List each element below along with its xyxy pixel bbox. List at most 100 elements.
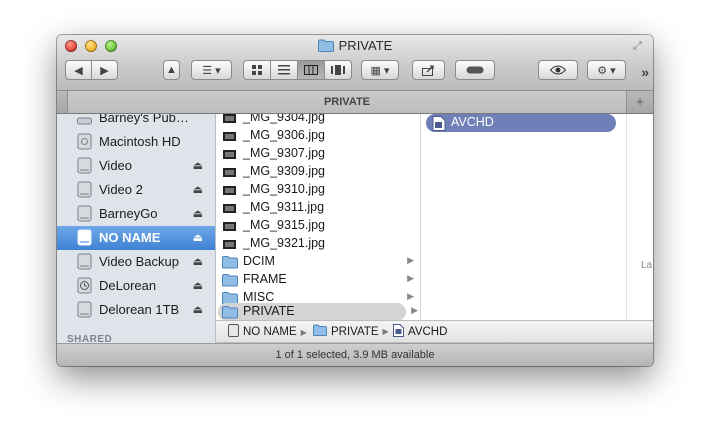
sidebar-item-barneygo[interactable]: BarneyGo ⏏ bbox=[57, 202, 215, 226]
eject-icon[interactable]: ⏏ bbox=[193, 279, 203, 292]
finder-window: PRIVATE ⤢ ◀ ▶ ▲ ☰ ▾ ▦ ▾ ⚙ ▾ » PRIVATE + … bbox=[57, 35, 653, 366]
gear-icon[interactable]: ⚙ ▾ bbox=[587, 60, 626, 80]
share-icon[interactable] bbox=[412, 60, 445, 80]
sidebar-item-label: Video Backup bbox=[99, 254, 179, 269]
eject-icon[interactable]: ⏏ bbox=[193, 255, 203, 268]
chevron-more-icon[interactable]: » bbox=[641, 64, 649, 80]
browser-column-3: La bbox=[627, 114, 653, 320]
avchd-package-icon bbox=[432, 116, 446, 134]
image-file-icon bbox=[222, 114, 238, 125]
view-mode-control bbox=[243, 60, 352, 80]
timemachine-icon bbox=[77, 277, 92, 294]
sidebar-item-label: NO NAME bbox=[99, 230, 161, 245]
arrange-icon[interactable]: ☰ ▾ bbox=[191, 60, 232, 80]
sidebar-item-no-name[interactable]: NO NAME ⏏ bbox=[57, 226, 215, 250]
list-item[interactable]: _MG_9321.jpg bbox=[216, 235, 420, 253]
sidebar-item-delorean-1tb[interactable]: Delorean 1TB ⏏ bbox=[57, 298, 215, 322]
path-crumb-no-name[interactable]: NO NAME ▶ bbox=[228, 324, 307, 340]
eject-icon[interactable]: ⏏ bbox=[193, 303, 203, 316]
disclosure-arrow-icon: ▶ bbox=[407, 273, 414, 283]
list-item[interactable]: _MG_9309.jpg bbox=[216, 163, 420, 181]
browser-column-1: _MG_9304.jpg _MG_9306.jpg _MG_9307.jpg _… bbox=[216, 114, 421, 320]
hard-drive-icon bbox=[77, 133, 92, 150]
path-separator-icon: ▶ bbox=[382, 327, 389, 336]
window-title: PRIVATE bbox=[57, 38, 653, 55]
image-file-icon bbox=[222, 129, 238, 143]
sidebar-item-macintosh-hd[interactable]: Macintosh HD bbox=[57, 130, 215, 154]
sidebar-item-label: Video 2 bbox=[99, 182, 143, 197]
path-separator-icon: ▶ bbox=[300, 327, 307, 337]
disclosure-arrow-icon: ▶ bbox=[407, 255, 414, 265]
tab-bar: PRIVATE + bbox=[57, 91, 653, 114]
drive-icon bbox=[228, 324, 239, 340]
back-icon[interactable]: ◀ bbox=[65, 60, 92, 80]
image-file-icon bbox=[222, 219, 238, 233]
new-tab-icon[interactable]: + bbox=[632, 94, 648, 110]
icon-view-icon[interactable] bbox=[243, 60, 271, 80]
title-bar: PRIVATE ⤢ ◀ ▶ ▲ ☰ ▾ ▦ ▾ ⚙ ▾ » bbox=[57, 35, 653, 91]
drive-icon bbox=[77, 253, 92, 270]
eject-icon[interactable]: ▲ bbox=[163, 60, 180, 80]
window-title-text: PRIVATE bbox=[338, 38, 393, 53]
avchd-package-icon bbox=[393, 324, 404, 340]
sidebar-item-label: Macintosh HD bbox=[99, 134, 181, 149]
list-item[interactable]: _MG_9307.jpg bbox=[216, 145, 420, 163]
sidebar-item-label: Barney's Pub… bbox=[99, 114, 189, 125]
eject-icon[interactable]: ⏏ bbox=[193, 207, 203, 220]
eject-icon[interactable]: ⏏ bbox=[193, 159, 203, 172]
folder-icon bbox=[317, 39, 334, 55]
image-file-icon bbox=[222, 165, 238, 179]
fullscreen-icon[interactable]: ⤢ bbox=[633, 40, 645, 52]
tag-icon[interactable] bbox=[455, 60, 495, 80]
eject-icon[interactable]: ⏏ bbox=[193, 231, 203, 244]
list-item[interactable]: _MG_9304.jpg bbox=[216, 114, 420, 127]
grid-menu-icon[interactable]: ▦ ▾ bbox=[361, 60, 399, 80]
eject-icon[interactable]: ⏏ bbox=[193, 183, 203, 196]
tab-private[interactable]: PRIVATE bbox=[67, 91, 627, 113]
sidebar-item-delorean[interactable]: DeLorean ⏏ bbox=[57, 274, 215, 298]
list-item[interactable]: DCIM ▶ bbox=[216, 253, 420, 271]
list-item[interactable]: FRAME ▶ bbox=[216, 271, 420, 289]
image-file-icon bbox=[222, 201, 238, 215]
network-drive-icon bbox=[77, 114, 92, 126]
sidebar: Barney's Pub… Macintosh HD Video ⏏ Video… bbox=[57, 114, 216, 344]
sidebar-item-label: BarneyGo bbox=[99, 206, 158, 221]
forward-icon[interactable]: ▶ bbox=[91, 60, 118, 80]
status-bar: 1 of 1 selected, 3.9 MB available bbox=[57, 343, 653, 366]
image-file-icon bbox=[222, 147, 238, 161]
image-file-icon bbox=[222, 183, 238, 197]
sidebar-item-label: DeLorean bbox=[99, 278, 157, 293]
sidebar-item-label: Video bbox=[99, 158, 133, 173]
drive-icon bbox=[77, 205, 92, 222]
back-forward-control: ◀ ▶ bbox=[65, 60, 118, 80]
drive-icon bbox=[77, 301, 92, 318]
sidebar-item-video-2[interactable]: Video 2 ⏏ bbox=[57, 178, 215, 202]
sidebar-item-barneys-pub[interactable]: Barney's Pub… bbox=[57, 114, 215, 130]
coverflow-view-icon[interactable] bbox=[324, 60, 352, 80]
drive-icon bbox=[77, 229, 92, 246]
list-item[interactable]: _MG_9315.jpg bbox=[216, 217, 420, 235]
list-item-selected[interactable]: AVCHD bbox=[426, 114, 616, 132]
column-view-icon[interactable] bbox=[297, 60, 325, 80]
preview-partial-text: La bbox=[641, 260, 653, 271]
list-item-selected[interactable]: PRIVATE ▶ bbox=[218, 303, 418, 320]
image-file-icon bbox=[222, 237, 238, 251]
sidebar-item-video-backup[interactable]: Video Backup ⏏ bbox=[57, 250, 215, 274]
sidebar-item-label: Delorean 1TB bbox=[99, 302, 180, 317]
path-crumb-private[interactable]: PRIVATE ▶ bbox=[313, 324, 389, 339]
path-crumb-avchd[interactable]: AVCHD bbox=[393, 324, 447, 340]
list-item[interactable]: _MG_9310.jpg bbox=[216, 181, 420, 199]
list-view-icon[interactable] bbox=[270, 60, 298, 80]
drive-icon bbox=[77, 181, 92, 198]
disclosure-arrow-icon: ▶ bbox=[407, 291, 414, 301]
sidebar-item-video[interactable]: Video ⏏ bbox=[57, 154, 215, 178]
browser-column-2: AVCHD bbox=[421, 114, 627, 320]
folder-icon bbox=[313, 324, 327, 339]
path-bar: NO NAME ▶ PRIVATE ▶ AVCHD bbox=[216, 320, 653, 343]
list-item[interactable]: _MG_9311.jpg bbox=[216, 199, 420, 217]
folder-icon bbox=[222, 255, 238, 269]
quicklook-eye-icon[interactable] bbox=[538, 60, 578, 80]
disclosure-arrow-icon: ▶ bbox=[411, 305, 418, 315]
drive-icon bbox=[77, 157, 92, 174]
list-item[interactable]: _MG_9306.jpg bbox=[216, 127, 420, 145]
